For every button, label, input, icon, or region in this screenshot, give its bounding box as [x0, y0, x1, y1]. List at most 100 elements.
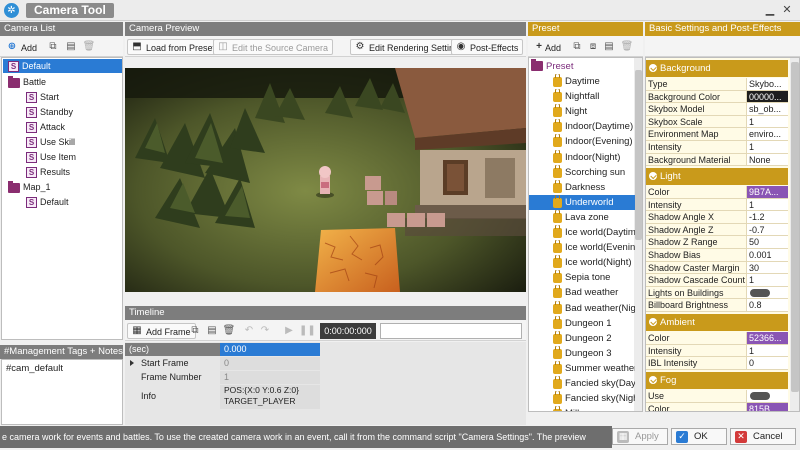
preset-item[interactable]: Fancied sky(Night): [529, 391, 635, 406]
camera-preview-viewport[interactable]: [125, 68, 526, 292]
property-value[interactable]: 1: [746, 344, 788, 357]
preset-item[interactable]: Dungeon 2: [529, 330, 635, 346]
paste-frame-icon[interactable]: ▤: [205, 324, 219, 338]
property-value[interactable]: None: [746, 153, 788, 166]
camera-item-standby[interactable]: S Standby: [26, 105, 73, 119]
camera-list-toolbar: ⊕ Add ⧉ ▤ 🗑: [0, 36, 123, 57]
section-ambient[interactable]: Ambient: [646, 314, 788, 331]
preset-item[interactable]: Bad weather: [529, 285, 635, 300]
preset-item[interactable]: Sepia tone: [529, 270, 635, 285]
section-light[interactable]: Light: [646, 168, 788, 185]
property-value[interactable]: sb_ob...: [746, 103, 788, 115]
camera-folder-battle[interactable]: Battle: [8, 75, 46, 89]
preset-item[interactable]: Daytime: [529, 74, 635, 89]
property-value[interactable]: 30: [746, 261, 788, 274]
close-icon[interactable]: ✕: [781, 4, 793, 16]
post-effects-button[interactable]: ◉ Post-Effects: [451, 39, 524, 55]
apply-button[interactable]: ▦ Apply: [612, 428, 668, 445]
tags-input[interactable]: #cam_default: [1, 359, 123, 425]
preset-scrollbar[interactable]: [634, 58, 642, 411]
preset-item[interactable]: Underworld: [529, 194, 635, 210]
preset-item[interactable]: Ice world(Night): [529, 255, 635, 270]
property-value[interactable]: 9B7A...: [746, 186, 788, 198]
ok-button[interactable]: ✓ OK: [671, 428, 727, 445]
preset-item[interactable]: Fancied sky(Daytime): [529, 376, 635, 391]
start-frame-value[interactable]: 0: [220, 357, 320, 370]
preset-copy-icon[interactable]: ⧉: [570, 40, 584, 54]
property-value[interactable]: 1: [746, 115, 788, 128]
preset-item[interactable]: Darkness: [529, 179, 635, 195]
preset-item[interactable]: Night: [529, 104, 635, 119]
preset-item[interactable]: Dungeon 1: [529, 315, 635, 331]
paste-icon[interactable]: ▤: [64, 40, 78, 54]
property-value[interactable]: 00000...: [746, 90, 788, 103]
settings-scrollbar[interactable]: [790, 58, 799, 411]
camera-item-start[interactable]: S Start: [26, 90, 59, 104]
preset-scrollbar-thumb[interactable]: [635, 70, 642, 240]
preset-item[interactable]: Lava zone: [529, 209, 635, 225]
preset-item[interactable]: Indoor(Evening): [529, 134, 635, 149]
toggle-switch-icon[interactable]: [750, 392, 770, 400]
preset-item[interactable]: Ice world(Evening): [529, 240, 635, 255]
camera-item-use-skill[interactable]: S Use Skill: [26, 135, 75, 149]
preset-paste-icon[interactable]: ▤: [602, 40, 616, 54]
property-value[interactable]: 815B...: [746, 402, 788, 411]
preset-item[interactable]: Ice world(Daytime): [529, 225, 635, 240]
preset-item[interactable]: Indoor(Daytime): [529, 119, 635, 134]
section-background[interactable]: Background: [646, 60, 788, 77]
preset-item[interactable]: Scorching sun: [529, 164, 635, 180]
camera-item-attack[interactable]: S Attack: [26, 120, 65, 134]
undo-icon[interactable]: ↶: [242, 324, 256, 338]
property-value[interactable]: enviro...: [746, 128, 788, 140]
section-fog[interactable]: Fog: [646, 372, 788, 389]
property-value[interactable]: [746, 286, 788, 299]
property-value[interactable]: 1: [746, 141, 788, 153]
preset-item[interactable]: Summer weather: [529, 360, 635, 376]
property-value[interactable]: 1: [746, 274, 788, 286]
preset-add-button[interactable]: + Add: [529, 39, 566, 55]
preset-item[interactable]: Bad weather(Night): [529, 300, 635, 316]
preset-duplicate-icon[interactable]: ⧈: [586, 40, 600, 54]
frame-number-value[interactable]: 1: [220, 371, 320, 384]
redo-icon[interactable]: ↷: [258, 324, 272, 338]
timeline-sec-value[interactable]: 0.000: [220, 343, 320, 356]
camera-item-use-item[interactable]: S Use Item: [26, 150, 76, 164]
toggle-switch-icon[interactable]: [750, 288, 770, 297]
camera-item-map-default[interactable]: S Default: [26, 195, 69, 209]
property-value[interactable]: -0.7: [746, 223, 788, 236]
delete-frame-icon[interactable]: 🗑: [222, 324, 236, 338]
property-value[interactable]: 0: [746, 357, 788, 369]
add-frame-button[interactable]: ▦ Add Frame: [127, 323, 196, 339]
pause-icon[interactable]: ❚❚: [299, 324, 316, 338]
property-value[interactable]: 0.8: [746, 299, 788, 311]
preset-item[interactable]: Nightfall: [529, 89, 635, 104]
property-value[interactable]: 50: [746, 236, 788, 248]
play-icon[interactable]: ▶: [282, 324, 296, 338]
timeline-scrubber[interactable]: [380, 323, 522, 339]
preset-item[interactable]: Dungeon 3: [529, 345, 635, 361]
camera-item-results[interactable]: S Results: [26, 165, 70, 179]
lock-icon: [553, 74, 562, 87]
preset-item[interactable]: Indoor(Night): [529, 149, 635, 165]
load-from-presets-button[interactable]: ⬒ Load from Presets: [127, 39, 225, 55]
property-value[interactable]: 1: [746, 198, 788, 211]
delete-icon[interactable]: 🗑: [82, 40, 96, 54]
property-value[interactable]: [746, 390, 788, 402]
camera-item-default[interactable]: S Default: [3, 59, 122, 73]
camera-add-button[interactable]: ⊕ Add: [2, 39, 42, 55]
preset-delete-icon[interactable]: 🗑: [620, 40, 634, 54]
property-value[interactable]: 0.001: [746, 249, 788, 261]
edit-source-camera-button[interactable]: ◫ Edit the Source Camera: [213, 39, 334, 55]
property-value[interactable]: -1.2: [746, 211, 788, 223]
copy-frame-icon[interactable]: ⧉: [188, 324, 202, 338]
settings-scrollbar-thumb[interactable]: [791, 62, 799, 392]
copy-icon[interactable]: ⧉: [46, 40, 60, 54]
camera-folder-map-1[interactable]: Map_1: [8, 180, 51, 194]
preset-root[interactable]: Preset: [531, 59, 573, 74]
property-value[interactable]: Skybo...: [746, 78, 788, 90]
property-value[interactable]: 52366...: [746, 332, 788, 344]
lock-icon: [553, 376, 562, 389]
preset-item[interactable]: Milky way: [529, 406, 635, 411]
cancel-button[interactable]: ✕ Cancel: [730, 428, 796, 445]
minimize-icon[interactable]: ▁: [764, 4, 776, 16]
